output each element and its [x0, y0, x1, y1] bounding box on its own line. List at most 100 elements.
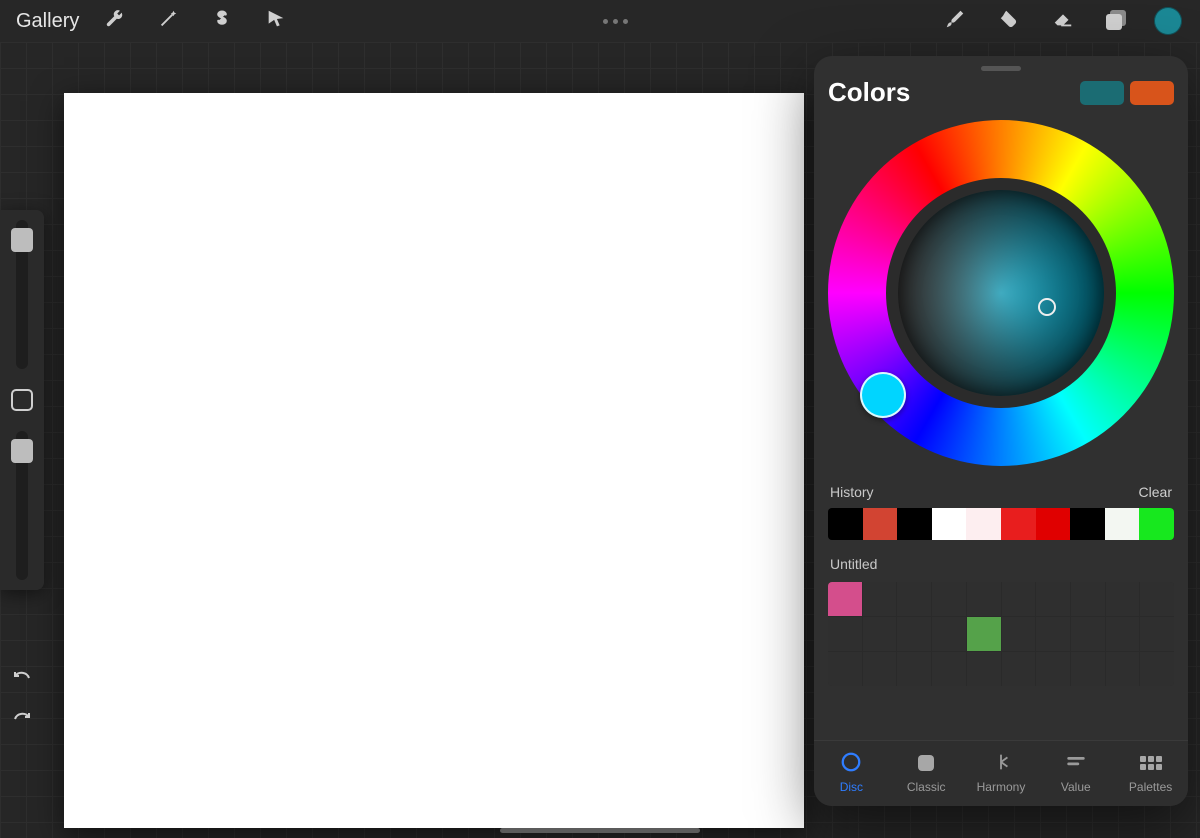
smudge-icon — [998, 8, 1020, 35]
wand-icon — [157, 8, 179, 35]
actions-button[interactable] — [87, 0, 141, 42]
dots-icon — [603, 19, 608, 24]
tab-disc[interactable]: Disc — [816, 751, 886, 794]
modify-square-button[interactable] — [11, 389, 33, 411]
history-clear-button[interactable]: Clear — [1139, 484, 1172, 500]
tab-harmony[interactable]: Harmony — [966, 751, 1036, 794]
history-swatch[interactable] — [1105, 508, 1140, 540]
classic-icon — [918, 755, 934, 771]
palette-cell[interactable] — [897, 652, 931, 686]
brush-tool-button[interactable] — [928, 0, 982, 42]
palette-cell[interactable] — [863, 617, 897, 651]
tab-value-label: Value — [1061, 780, 1091, 794]
palette-cell[interactable] — [828, 617, 862, 651]
palette-cell[interactable] — [863, 652, 897, 686]
history-swatch[interactable] — [1036, 508, 1071, 540]
redo-icon — [10, 720, 34, 737]
undo-button[interactable] — [10, 668, 34, 697]
palette-cell[interactable] — [932, 617, 966, 651]
hue-cursor[interactable] — [860, 372, 906, 418]
selection-s-icon — [211, 8, 233, 35]
palette-cell[interactable] — [1036, 582, 1070, 616]
tab-disc-label: Disc — [840, 780, 863, 794]
palette-cell[interactable] — [932, 582, 966, 616]
colors-panel-title: Colors — [828, 77, 910, 108]
harmony-icon — [990, 751, 1012, 776]
history-swatch[interactable] — [1139, 508, 1174, 540]
tab-classic[interactable]: Classic — [891, 751, 961, 794]
palette-cell[interactable] — [1036, 652, 1070, 686]
tab-value[interactable]: Value — [1041, 751, 1111, 794]
transform-button[interactable] — [249, 0, 303, 42]
history-label: History — [830, 484, 874, 500]
palette-cell[interactable] — [1140, 617, 1174, 651]
palette-cell[interactable] — [897, 617, 931, 651]
palette-cell[interactable] — [1140, 582, 1174, 616]
palette-cell[interactable] — [1140, 652, 1174, 686]
home-indicator[interactable] — [500, 828, 700, 833]
redo-button[interactable] — [10, 709, 34, 738]
smudge-tool-button[interactable] — [982, 0, 1036, 42]
history-swatch[interactable] — [897, 508, 932, 540]
history-swatch[interactable] — [1001, 508, 1036, 540]
selection-button[interactable] — [195, 0, 249, 42]
primary-color-swatch[interactable] — [1080, 81, 1124, 105]
panel-drag-handle[interactable] — [981, 66, 1021, 71]
palette-cell[interactable] — [1106, 617, 1140, 651]
history-swatch[interactable] — [828, 508, 863, 540]
palette-cell[interactable] — [932, 652, 966, 686]
palette-cell[interactable] — [1071, 617, 1105, 651]
history-swatch[interactable] — [932, 508, 967, 540]
brush-icon — [944, 8, 966, 35]
active-color-button[interactable] — [1154, 7, 1182, 35]
palette-cell[interactable] — [1106, 652, 1140, 686]
brush-size-thumb[interactable] — [11, 228, 33, 252]
cursor-arrow-icon — [265, 8, 287, 35]
color-history — [828, 508, 1174, 540]
palette-cell[interactable] — [863, 582, 897, 616]
layers-icon — [1106, 10, 1128, 32]
palette-cell[interactable] — [1106, 582, 1140, 616]
layers-button[interactable] — [1090, 0, 1144, 42]
disc-icon — [840, 751, 862, 776]
gallery-button[interactable]: Gallery — [8, 10, 87, 33]
value-icon — [1065, 751, 1087, 776]
palette-cell[interactable] — [1071, 582, 1105, 616]
secondary-color-swatch[interactable] — [1130, 81, 1174, 105]
palette-cell[interactable] — [1002, 582, 1036, 616]
top-toolbar: Gallery — [0, 0, 1200, 42]
tab-classic-label: Classic — [907, 780, 946, 794]
palette-name-label[interactable]: Untitled — [830, 556, 1172, 572]
palettes-icon — [1140, 756, 1162, 770]
eraser-icon — [1052, 8, 1074, 35]
history-swatch[interactable] — [966, 508, 1001, 540]
canvas[interactable] — [64, 93, 804, 828]
palette-cell[interactable] — [967, 617, 1001, 651]
undo-icon — [10, 679, 34, 696]
history-swatch[interactable] — [1070, 508, 1105, 540]
palette-cell[interactable] — [828, 652, 862, 686]
left-sidebar — [0, 210, 44, 590]
tab-palettes[interactable]: Palettes — [1116, 751, 1186, 794]
palette-cell[interactable] — [897, 582, 931, 616]
tab-harmony-label: Harmony — [977, 780, 1026, 794]
palette-cell[interactable] — [1002, 617, 1036, 651]
palette-cell[interactable] — [1036, 617, 1070, 651]
brush-opacity-slider[interactable] — [16, 431, 28, 580]
sv-cursor[interactable] — [1038, 298, 1056, 316]
eraser-tool-button[interactable] — [1036, 0, 1090, 42]
color-disc[interactable] — [828, 120, 1174, 466]
colors-panel: Colors History Clear Untitled Disc Class… — [814, 56, 1188, 806]
brush-opacity-thumb[interactable] — [11, 439, 33, 463]
palette-cell[interactable] — [1071, 652, 1105, 686]
palette-cell[interactable] — [1002, 652, 1036, 686]
adjustments-button[interactable] — [141, 0, 195, 42]
wrench-icon — [103, 8, 125, 35]
palette-cell[interactable] — [967, 652, 1001, 686]
palette-cell[interactable] — [967, 582, 1001, 616]
history-swatch[interactable] — [863, 508, 898, 540]
modify-menu-button[interactable] — [603, 19, 628, 24]
brush-size-slider[interactable] — [16, 220, 28, 369]
saturation-value-circle[interactable] — [898, 190, 1104, 396]
palette-cell[interactable] — [828, 582, 862, 616]
